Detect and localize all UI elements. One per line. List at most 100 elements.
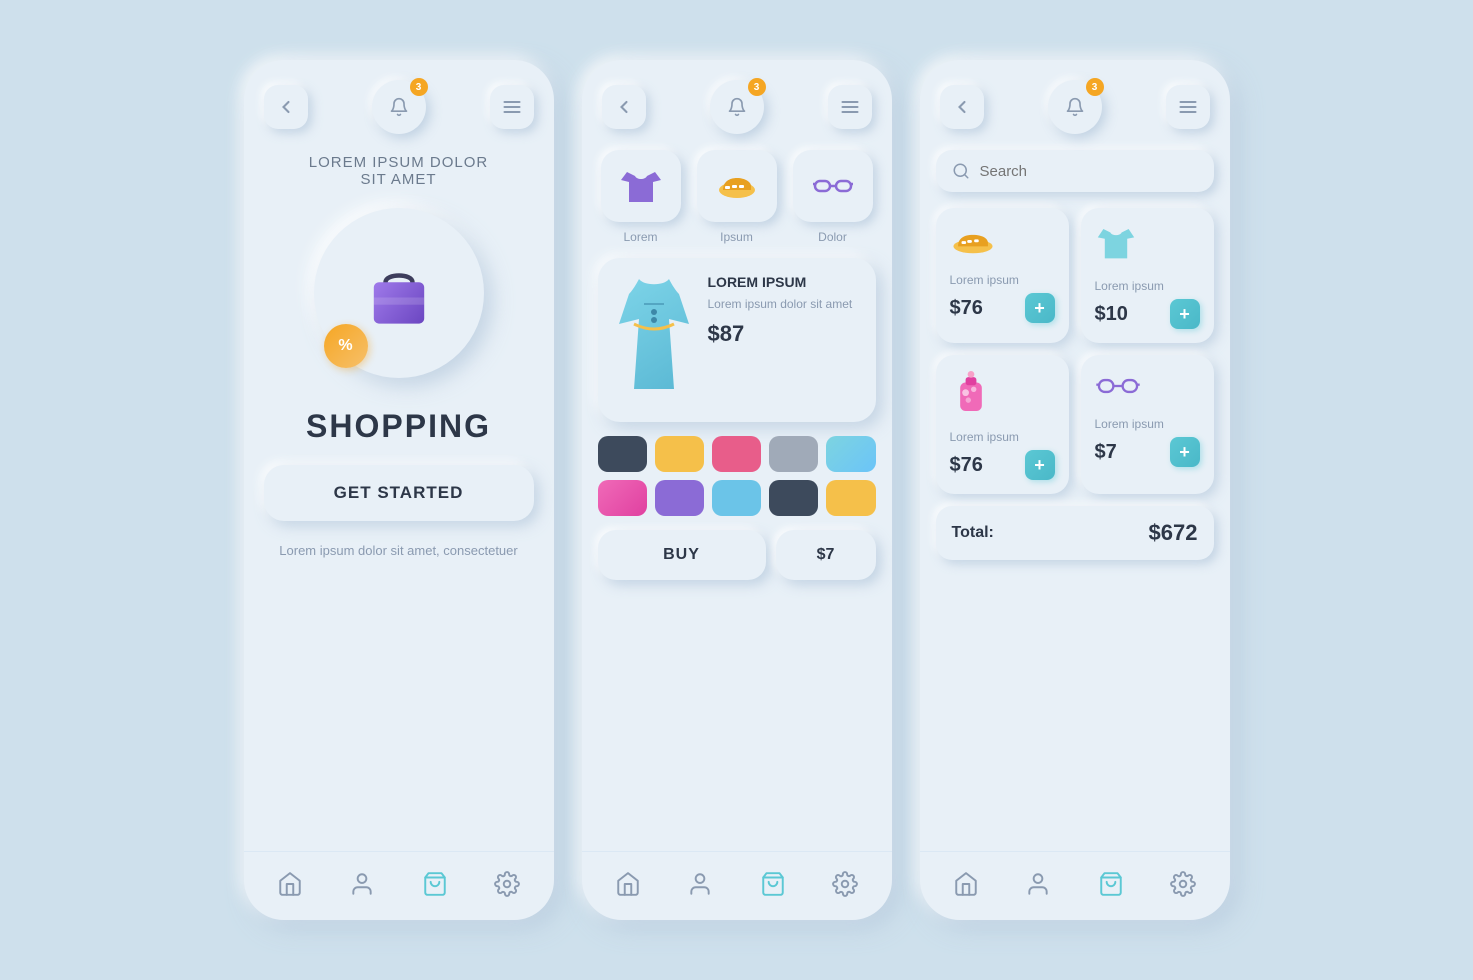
category-row: Lorem Ipsum [598,150,876,244]
nav-store-3[interactable] [948,866,984,902]
product-label-0: Lorem ipsum [950,273,1055,287]
color-swatch-7[interactable] [712,480,761,516]
notification-button-2[interactable]: 3 [710,80,764,134]
nav-settings-3[interactable] [1165,866,1201,902]
top-bar-3: 3 [920,60,1230,144]
color-grid [598,436,876,516]
category-item-0[interactable]: Lorem [598,150,684,244]
nav-cart-3[interactable] [1093,866,1129,902]
product-card: LOREM IPSUM Lorem ipsum dolor sit amet $… [598,258,876,422]
product-bottom-0: $76 + [950,293,1055,323]
shopping-label: SHOPPING [306,408,491,445]
color-swatch-1[interactable] [655,436,704,472]
notification-button-1[interactable]: 3 [372,80,426,134]
nav-settings-1[interactable] [489,866,525,902]
product-price: $87 [708,321,860,347]
product-bottom-3: $7 + [1095,437,1200,467]
total-row: Total: $672 [936,506,1214,560]
screens-container: 3 LOREM IPSUM DOLOR SIT AMET [244,60,1230,920]
subtitle-text: Lorem ipsum dolor sit amet, consectetuer [279,541,517,561]
product-label-2: Lorem ipsum [950,430,1055,444]
phone-2: 3 Lorem [582,60,892,920]
product-price-1: $10 [1095,303,1128,326]
discount-badge: % [324,324,368,368]
grid-card-0: Lorem ipsum $76 + [936,208,1069,343]
product-grid: Lorem ipsum $76 + Lorem ipsum $ [936,208,1214,494]
phone-1: 3 LOREM IPSUM DOLOR SIT AMET [244,60,554,920]
menu-button-2[interactable] [828,85,872,129]
buy-row: BUY $7 [598,530,876,580]
product-icon-3 [1095,369,1200,411]
color-swatch-2[interactable] [712,436,761,472]
top-bar-1: 3 [244,60,554,144]
nav-cart-2[interactable] [755,866,791,902]
color-swatch-9[interactable] [826,480,875,516]
product-label-1: Lorem ipsum [1095,279,1200,293]
notification-button-3[interactable]: 3 [1048,80,1102,134]
notification-badge-1: 3 [410,78,428,96]
nav-settings-2[interactable] [827,866,863,902]
total-label: Total: [952,524,994,542]
phone3-content: Lorem ipsum $76 + Lorem ipsum $ [920,144,1230,851]
product-icon-1 [1095,222,1200,273]
product-price-0: $76 [950,297,983,320]
menu-button-1[interactable] [490,85,534,129]
product-price-2: $76 [950,454,983,477]
product-icon-2 [950,369,1055,424]
search-bar[interactable] [936,150,1214,192]
back-button-1[interactable] [264,85,308,129]
product-icon-0 [950,222,1055,267]
phone-3: 3 [920,60,1230,920]
notification-badge-2: 3 [748,78,766,96]
product-price-3: $7 [1095,441,1117,464]
menu-button-3[interactable] [1166,85,1210,129]
category-box-1 [697,150,777,222]
color-swatch-3[interactable] [769,436,818,472]
add-to-cart-1[interactable]: + [1170,299,1200,329]
buy-price[interactable]: $7 [776,530,876,580]
product-info: LOREM IPSUM Lorem ipsum dolor sit amet $… [708,274,860,406]
category-item-2[interactable]: Dolor [790,150,876,244]
product-label-3: Lorem ipsum [1095,417,1200,431]
get-started-button[interactable]: GET STARTED [264,465,534,521]
search-input[interactable] [980,163,1198,180]
color-swatch-0[interactable] [598,436,647,472]
category-label-1: Ipsum [720,230,753,244]
back-button-2[interactable] [602,85,646,129]
notification-badge-3: 3 [1086,78,1104,96]
buy-button[interactable]: BUY [598,530,766,580]
nav-cart-1[interactable] [417,866,453,902]
grid-card-2: Lorem ipsum $76 + [936,355,1069,494]
product-name: LOREM IPSUM [708,274,860,290]
nav-profile-3[interactable] [1020,866,1056,902]
back-button-3[interactable] [940,85,984,129]
nav-store-1[interactable] [272,866,308,902]
phone2-content: Lorem Ipsum [582,144,892,851]
phone1-content: LOREM IPSUM DOLOR SIT AMET [244,144,554,851]
search-icon [952,162,970,180]
nav-profile-1[interactable] [344,866,380,902]
bottom-nav-3 [920,851,1230,920]
product-bottom-2: $76 + [950,450,1055,480]
color-swatch-6[interactable] [655,480,704,516]
bottom-nav-1 [244,851,554,920]
nav-profile-2[interactable] [682,866,718,902]
add-to-cart-2[interactable]: + [1025,450,1055,480]
color-swatch-8[interactable] [769,480,818,516]
category-label-2: Dolor [818,230,847,244]
category-box-0 [601,150,681,222]
grid-card-1: Lorem ipsum $10 + [1081,208,1214,343]
color-swatch-4[interactable] [826,436,875,472]
product-image [614,274,694,406]
nav-store-2[interactable] [610,866,646,902]
product-bottom-1: $10 + [1095,299,1200,329]
hero-title: LOREM IPSUM DOLOR SIT AMET [309,154,489,188]
category-item-1[interactable]: Ipsum [694,150,780,244]
top-bar-2: 3 [582,60,892,144]
bottom-nav-2 [582,851,892,920]
color-swatch-5[interactable] [598,480,647,516]
grid-card-3: Lorem ipsum $7 + [1081,355,1214,494]
add-to-cart-0[interactable]: + [1025,293,1055,323]
add-to-cart-3[interactable]: + [1170,437,1200,467]
category-label-0: Lorem [623,230,657,244]
